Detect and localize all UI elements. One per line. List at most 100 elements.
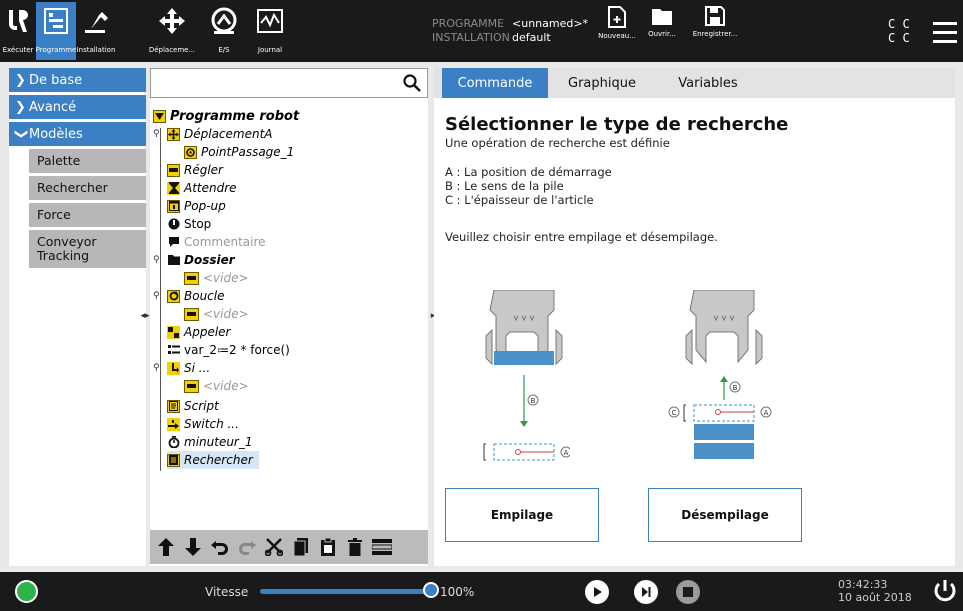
tree-node-stop[interactable]: Stop bbox=[167, 215, 211, 233]
tree-node-wait[interactable]: Attendre bbox=[167, 179, 237, 197]
nav-basic[interactable]: ❯ De base bbox=[9, 68, 146, 92]
template-conveyor-label: Conveyor Tracking bbox=[37, 234, 97, 263]
tab-log[interactable]: Journal bbox=[253, 2, 287, 60]
tab-run[interactable]: Exécuter bbox=[2, 2, 34, 60]
tab-move[interactable]: Déplaceme... bbox=[149, 2, 195, 60]
tree-node-comment[interactable]: Commentaire bbox=[167, 233, 266, 251]
play-icon bbox=[594, 587, 602, 597]
comment-icon bbox=[167, 236, 180, 249]
speed-value: 100% bbox=[440, 585, 475, 599]
tree-node-set[interactable]: Régler bbox=[167, 161, 223, 179]
empty-icon bbox=[184, 379, 199, 393]
tab-variables[interactable]: Variables bbox=[656, 68, 760, 98]
tree-node-empty[interactable]: <vide> bbox=[184, 305, 249, 323]
tree-node-switch[interactable]: Switch ... bbox=[167, 415, 239, 433]
chevron-right-icon: ❯ bbox=[15, 99, 26, 115]
tab-command[interactable]: Commande bbox=[442, 68, 548, 98]
template-force[interactable]: Force bbox=[29, 203, 146, 227]
stacking-button[interactable]: Empilage bbox=[445, 488, 599, 542]
suppress-button[interactable] bbox=[372, 537, 392, 557]
tree-node-assignment[interactable]: var_2≔2 * force() bbox=[167, 341, 290, 359]
editor-tabs: Commande Graphique Variables bbox=[434, 68, 955, 98]
delete-button[interactable] bbox=[345, 537, 365, 557]
tree-node-empty[interactable]: <vide> bbox=[184, 269, 249, 287]
tree-connector bbox=[160, 128, 161, 471]
speed-slider-handle[interactable] bbox=[423, 582, 439, 598]
timer-icon bbox=[167, 436, 180, 449]
clock-time: 03:42:33 bbox=[838, 578, 888, 591]
nav-templates[interactable]: ❯ Modèles bbox=[9, 122, 146, 146]
tree-node-loop[interactable]: Boucle bbox=[167, 287, 225, 305]
tab-graphics[interactable]: Graphique bbox=[548, 68, 656, 98]
unstacking-button[interactable]: Désempilage bbox=[648, 488, 802, 542]
tree-node-empty[interactable]: <vide> bbox=[184, 377, 249, 395]
tab-io[interactable]: E/S bbox=[206, 2, 242, 60]
expand-pin-icon[interactable]: ⚲ bbox=[153, 363, 160, 373]
step-button[interactable] bbox=[634, 580, 658, 604]
nav-advanced[interactable]: ❯ Avancé bbox=[9, 95, 146, 119]
tree-node-label: PointPassage_1 bbox=[201, 145, 295, 159]
tree-node-label: Boucle bbox=[184, 289, 225, 303]
tree-node-search-selected[interactable]: Rechercher bbox=[167, 451, 259, 469]
ur-logo-icon bbox=[7, 2, 29, 40]
tree-search-input[interactable] bbox=[150, 68, 428, 98]
tree-node-popup[interactable]: Pop-up bbox=[167, 197, 226, 215]
open-button[interactable]: Ouvrir... bbox=[639, 6, 685, 38]
nav-basic-label: De base bbox=[29, 72, 83, 88]
step-icon bbox=[642, 587, 651, 597]
clock: 03:42:33 10 août 2018 bbox=[838, 578, 912, 604]
copy-button[interactable] bbox=[291, 537, 311, 557]
tree-node-script[interactable]: Script bbox=[167, 397, 219, 415]
installation-key: INSTALLATION bbox=[432, 31, 510, 44]
program-info: PROGRAMME <unnamed>* INSTALLATION default bbox=[432, 17, 588, 45]
redo-icon bbox=[239, 541, 256, 555]
tree-node-label: Commentaire bbox=[184, 235, 266, 249]
tree-node-timer[interactable]: minuteur_1 bbox=[167, 433, 253, 451]
paste-button[interactable] bbox=[318, 537, 338, 557]
tree-node-label: <vide> bbox=[203, 271, 249, 285]
expand-pin-icon[interactable]: ⚲ bbox=[153, 129, 160, 139]
search-node-icon bbox=[167, 453, 180, 467]
installation-name: default bbox=[512, 31, 551, 44]
tree-node-if[interactable]: Si ... bbox=[167, 359, 210, 377]
template-conveyor-tracking[interactable]: Conveyor Tracking bbox=[29, 230, 146, 268]
legend-a: A : La position de démarrage bbox=[445, 165, 612, 179]
tree-node-label: <vide> bbox=[203, 379, 249, 393]
tab-installation[interactable]: Installation bbox=[76, 2, 116, 60]
save-button[interactable]: Enregistrer... bbox=[692, 6, 738, 38]
loop-icon bbox=[167, 289, 180, 303]
unstacking-button-label: Désempilage bbox=[681, 508, 769, 522]
move-down-button[interactable] bbox=[183, 537, 203, 557]
speed-slider[interactable] bbox=[260, 589, 430, 594]
search-icon[interactable] bbox=[403, 74, 421, 92]
tree-node-label: Attendre bbox=[184, 181, 237, 195]
stop-button[interactable] bbox=[676, 580, 700, 604]
hamburger-menu-icon[interactable] bbox=[933, 22, 957, 49]
cut-button[interactable] bbox=[264, 537, 284, 557]
speed-label: Vitesse bbox=[205, 585, 249, 599]
script-icon bbox=[167, 399, 180, 413]
left-splitter-handle[interactable]: ◂▸ bbox=[140, 308, 149, 324]
move-up-button[interactable] bbox=[156, 537, 176, 557]
template-search[interactable]: Rechercher bbox=[29, 176, 146, 200]
redo-button[interactable] bbox=[237, 537, 257, 557]
power-icon[interactable] bbox=[932, 578, 958, 604]
nav-templates-label: Modèles bbox=[29, 126, 83, 142]
tree-node-movea[interactable]: DéplacementA bbox=[167, 125, 273, 143]
move-up-icon bbox=[158, 538, 174, 556]
tree-node-root[interactable]: Programme robot bbox=[153, 107, 299, 125]
tree-node-waypoint[interactable]: PointPassage_1 bbox=[184, 143, 294, 161]
template-palette[interactable]: Palette bbox=[29, 149, 146, 173]
tab-graphics-label: Graphique bbox=[568, 75, 636, 91]
undo-button[interactable] bbox=[210, 537, 230, 557]
tree-node-folder[interactable]: Dossier bbox=[167, 251, 235, 269]
call-icon bbox=[167, 325, 180, 339]
robot-status-indicator[interactable] bbox=[15, 580, 38, 603]
new-button[interactable]: Nouveau... bbox=[594, 6, 640, 40]
expand-pin-icon[interactable]: ⚲ bbox=[153, 255, 160, 265]
tab-program[interactable]: Programme bbox=[36, 2, 76, 60]
play-button[interactable] bbox=[585, 580, 609, 604]
tree-node-call[interactable]: Appeler bbox=[167, 323, 230, 341]
expand-pin-icon[interactable]: ⚲ bbox=[153, 291, 160, 301]
program-name: <unnamed>* bbox=[512, 17, 589, 30]
